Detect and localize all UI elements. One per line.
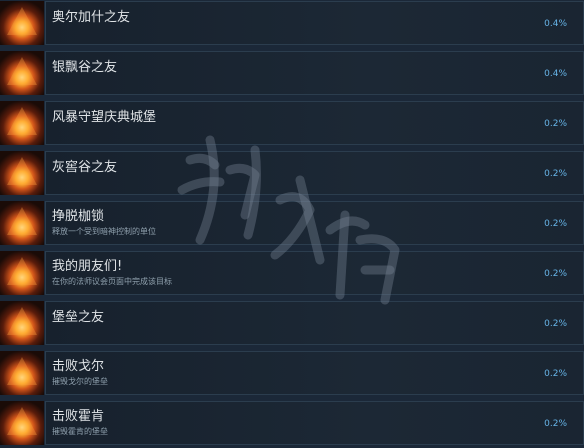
achievement-row[interactable]: 击败霍肯 摧毁霍肯的堡垒 0.2% xyxy=(0,398,584,448)
fire-pyramid-icon xyxy=(0,51,44,95)
achievement-row[interactable]: 我的朋友们! 在你的法师议会页面中完成该目标 0.2% xyxy=(0,248,584,298)
fire-pyramid-icon xyxy=(0,1,44,45)
achievement-title: 灰窖谷之友 xyxy=(52,160,118,175)
achievement-card[interactable]: 风暴守望庆典城堡 0.2% xyxy=(45,101,584,145)
achievement-percent: 0.2% xyxy=(544,219,567,229)
achievement-percent: 0.2% xyxy=(544,419,567,429)
achievement-card[interactable]: 灰窖谷之友 0.2% xyxy=(45,151,584,195)
achievement-card[interactable]: 银飘谷之友 0.4% xyxy=(45,51,584,95)
achievement-desc: 在你的法师议会页面中完成该目标 xyxy=(52,277,172,286)
achievement-title: 银飘谷之友 xyxy=(52,60,118,75)
fire-pyramid-icon xyxy=(0,201,44,245)
achievement-title: 堡垒之友 xyxy=(52,310,105,325)
achievement-card[interactable]: 堡垒之友 0.2% xyxy=(45,301,584,345)
achievement-percent: 0.2% xyxy=(544,269,567,279)
achievement-percent: 0.2% xyxy=(544,369,567,379)
fire-pyramid-icon xyxy=(0,351,44,395)
achievement-desc: 摧毁霍肯的堡垒 xyxy=(52,427,108,436)
achievement-row[interactable]: 挣脱枷锁 释放一个受到暗神控制的单位 0.2% xyxy=(0,198,584,248)
achievement-percent: 0.4% xyxy=(544,69,567,79)
fire-pyramid-icon xyxy=(0,101,44,145)
achievement-title: 我的朋友们! xyxy=(52,259,123,274)
achievement-percent: 0.2% xyxy=(544,169,567,179)
achievement-row[interactable]: 银飘谷之友 0.4% xyxy=(0,48,584,98)
achievement-title: 风暴守望庆典城堡 xyxy=(52,110,157,125)
achievement-title: 击败霍肯 xyxy=(52,409,105,424)
achievement-row[interactable]: 击败戈尔 摧毁戈尔的堡垒 0.2% xyxy=(0,348,584,398)
achievement-card[interactable]: 奥尔加什之友 0.4% xyxy=(45,1,584,45)
achievement-list: 奥尔加什之友 0.4% 银飘谷之友 0.4% 风暴守望庆典城堡 0.2% 灰窖谷… xyxy=(0,0,584,448)
achievement-desc: 摧毁戈尔的堡垒 xyxy=(52,377,108,386)
achievement-card[interactable]: 我的朋友们! 在你的法师议会页面中完成该目标 0.2% xyxy=(45,251,584,295)
achievement-percent: 0.4% xyxy=(544,19,567,29)
achievement-title: 奥尔加什之友 xyxy=(52,10,131,25)
achievement-percent: 0.2% xyxy=(544,119,567,129)
achievement-title: 挣脱枷锁 xyxy=(52,209,105,224)
achievement-row[interactable]: 堡垒之友 0.2% xyxy=(0,298,584,348)
fire-pyramid-icon xyxy=(0,301,44,345)
achievement-card[interactable]: 击败霍肯 摧毁霍肯的堡垒 0.2% xyxy=(45,401,584,445)
achievement-row[interactable]: 风暴守望庆典城堡 0.2% xyxy=(0,98,584,148)
achievement-row[interactable]: 灰窖谷之友 0.2% xyxy=(0,148,584,198)
fire-pyramid-icon xyxy=(0,151,44,195)
achievement-desc: 释放一个受到暗神控制的单位 xyxy=(52,227,156,236)
achievement-percent: 0.2% xyxy=(544,319,567,329)
fire-pyramid-icon xyxy=(0,251,44,295)
achievement-row[interactable]: 奥尔加什之友 0.4% xyxy=(0,0,584,48)
achievement-title: 击败戈尔 xyxy=(52,359,105,374)
fire-pyramid-icon xyxy=(0,401,44,445)
achievement-card[interactable]: 挣脱枷锁 释放一个受到暗神控制的单位 0.2% xyxy=(45,201,584,245)
achievement-card[interactable]: 击败戈尔 摧毁戈尔的堡垒 0.2% xyxy=(45,351,584,395)
